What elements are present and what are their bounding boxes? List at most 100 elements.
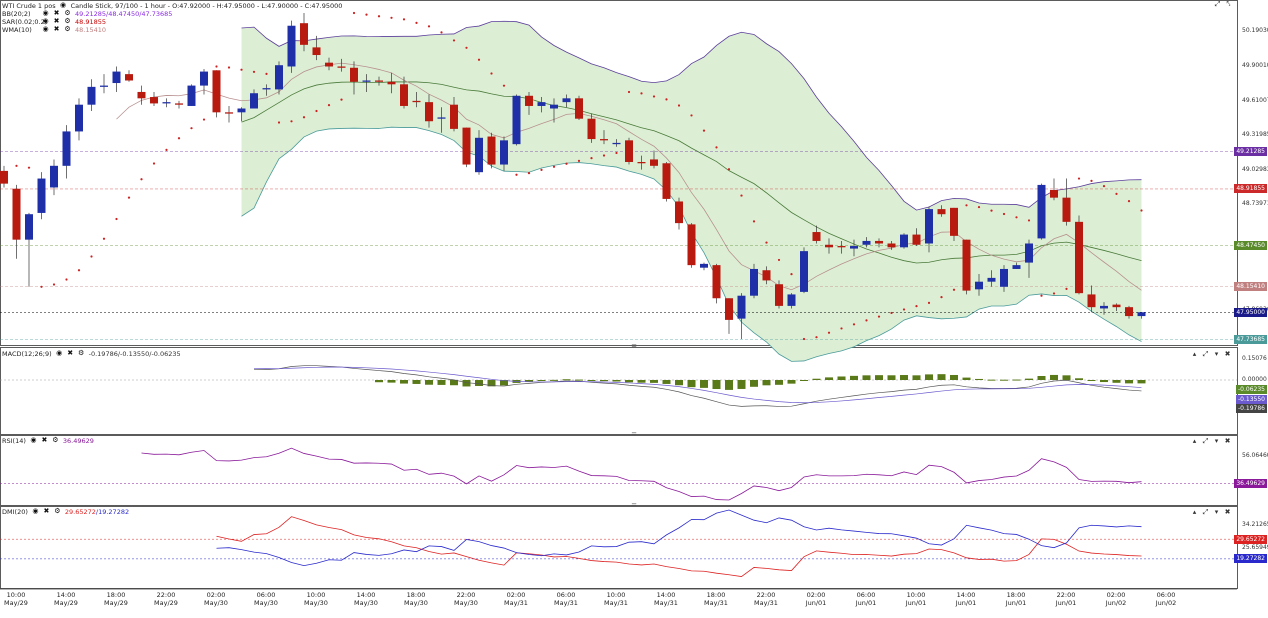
expand-icon[interactable]: ⤢ [1201, 437, 1210, 446]
macd-histogram-bar [987, 379, 996, 381]
expand-icon[interactable]: ⤢ [1201, 508, 1210, 517]
sar-dot [277, 121, 281, 124]
sar-dot [627, 90, 631, 94]
sar-dot [115, 217, 118, 221]
macd-histogram-bar [1025, 378, 1033, 380]
pane-resize-handle[interactable]: = [630, 343, 638, 350]
x-axis-label: 02:00 Jun/01 [805, 591, 827, 607]
pane-resize-handle[interactable]: = [630, 431, 638, 438]
arrow-up-icon[interactable]: ▴ [1190, 508, 1199, 517]
collapse-icon[interactable]: ⤣ [1224, 0, 1233, 9]
sar-dot [615, 151, 618, 155]
sar-dot [340, 98, 343, 101]
price-tag: 48.47450 [1234, 240, 1267, 250]
arrow-up-icon[interactable]: ▴ [1190, 350, 1199, 359]
candle-up [1012, 265, 1021, 269]
candle-down [825, 244, 833, 248]
sar-dot [415, 21, 418, 24]
candle-down [1125, 307, 1133, 317]
chart-canvas[interactable] [0, 0, 1268, 618]
candle-down [587, 118, 596, 140]
x-axis-label: 22:00 Jun/01 [1055, 591, 1077, 607]
sar-dot [402, 18, 406, 21]
close-icon[interactable]: ✖ [1223, 437, 1232, 446]
sar-dot [715, 146, 718, 149]
arrow-down-icon[interactable]: ▾ [1212, 350, 1221, 359]
macd-histogram-bar [387, 380, 396, 383]
sar-dot [377, 15, 381, 18]
sar-dot [27, 166, 31, 169]
sar-dot [765, 241, 768, 244]
sar-dot [40, 285, 43, 288]
dmi-plus-line [216, 516, 1142, 577]
candle-up [850, 246, 858, 249]
close-icon[interactable]: ✖ [53, 25, 60, 34]
macd-histogram-bar [600, 380, 608, 382]
sar-dot [540, 168, 543, 171]
macd-histogram-bar [1137, 380, 1146, 384]
x-axis-label: 10:00 May/30 [304, 591, 328, 607]
candle-down [937, 209, 946, 215]
arrow-down-icon[interactable]: ▾ [1212, 437, 1221, 446]
bollinger-band-fill [241, 21, 1142, 362]
dmi-axis-label: 34.21265 [1242, 521, 1268, 528]
candle-down [775, 284, 783, 306]
macd-histogram-bar [737, 380, 746, 389]
candle-down [650, 159, 658, 166]
macd-histogram-bar [475, 380, 483, 386]
close-icon[interactable]: ✖ [41, 436, 48, 445]
pane-resize-handle[interactable]: = [630, 502, 638, 509]
gear-icon[interactable]: ⚙ [78, 349, 85, 358]
x-axis-label: 22:00 May/29 [154, 591, 178, 607]
gear-icon[interactable]: ⚙ [52, 436, 59, 445]
candle-down [1112, 304, 1121, 308]
sar-dot [140, 178, 143, 181]
macd-histogram-bar [537, 380, 546, 381]
gear-icon[interactable]: ⚙ [64, 25, 71, 34]
macd-histogram-bar [437, 380, 446, 385]
candle-down [462, 127, 471, 165]
price-tag: 47.73685 [1234, 334, 1267, 344]
candle-down [412, 100, 421, 103]
rsi-label: RSI(14) [2, 436, 26, 445]
candle-up [550, 104, 558, 109]
sar-dot [790, 273, 793, 276]
arrow-up-icon[interactable]: ▴ [1190, 437, 1199, 446]
close-icon[interactable]: ✖ [1223, 508, 1232, 517]
candle-up [37, 178, 46, 213]
close-icon[interactable]: ✖ [1223, 350, 1232, 359]
x-axis-label: 14:00 May/30 [354, 591, 378, 607]
candle-up [975, 281, 983, 290]
arrow-down-icon[interactable]: ▾ [1212, 508, 1221, 517]
expand-icon[interactable]: ⤢ [1201, 350, 1210, 359]
macd-histogram-bar [812, 378, 821, 380]
candle-down [300, 23, 308, 45]
x-axis-label: 22:00 May/31 [754, 591, 778, 607]
candle-down [725, 298, 733, 320]
macd-histogram-bar [1100, 380, 1108, 383]
dmi-minus-line [216, 509, 1142, 567]
close-icon[interactable]: ✖ [43, 507, 50, 516]
macd-histogram-bar [675, 380, 683, 386]
macd-histogram-bar [862, 375, 871, 380]
candle-down [325, 62, 333, 67]
eye-icon[interactable]: ◉ [30, 436, 37, 445]
expand-icon[interactable]: ⤢ [1213, 0, 1222, 9]
x-axis-label: 06:00 May/31 [554, 591, 578, 607]
macd-histogram-bar [1012, 379, 1021, 381]
eye-icon[interactable]: ◉ [42, 25, 49, 34]
eye-icon[interactable]: ◉ [56, 349, 63, 358]
rsi-values: 36.49629 [62, 436, 94, 445]
price-axis-label: 49.31985 [1242, 131, 1268, 138]
close-icon[interactable]: ✖ [67, 349, 74, 358]
candle-up [75, 104, 83, 132]
macd-histogram-bar [712, 380, 721, 390]
candle-down [675, 201, 683, 224]
sar-dot [452, 39, 456, 42]
eye-icon[interactable]: ◉ [32, 507, 39, 516]
x-axis-label: 18:00 May/30 [404, 591, 428, 607]
gear-icon[interactable]: ⚙ [54, 507, 61, 516]
sar-dot [590, 157, 593, 160]
candle-up [987, 277, 996, 282]
sar-dot [1140, 209, 1143, 212]
